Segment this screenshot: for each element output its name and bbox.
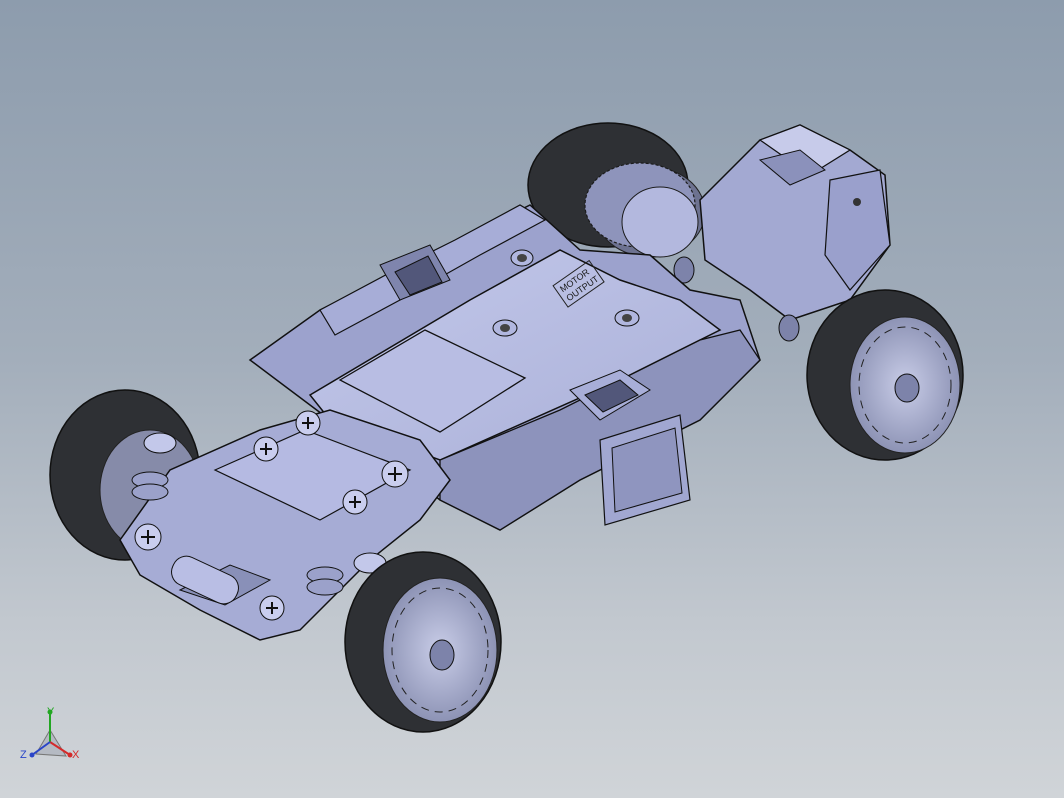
front-right-wheel (344, 551, 502, 733)
triad-z-label: Z (20, 749, 27, 761)
triad-x-label: X (72, 749, 80, 761)
triad-y-label: Y (47, 706, 55, 718)
bumper-hole (853, 198, 861, 206)
view-orientation-triad[interactable]: Y Z X (18, 700, 88, 772)
chassis-model[interactable]: MOTOR OUTPUT (0, 0, 1064, 798)
rear-right-wheel (806, 289, 964, 461)
graphics-viewport[interactable]: MOTOR OUTPUT Y Z X (0, 0, 1064, 798)
